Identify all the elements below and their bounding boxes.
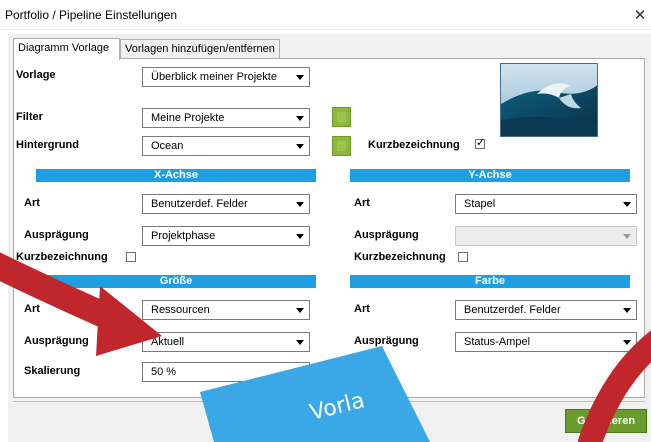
farbe-header: Farbe bbox=[350, 275, 630, 288]
filter-label: Filter bbox=[16, 111, 43, 123]
groesse-auspraegung-select[interactable]: Aktuell bbox=[142, 332, 310, 352]
tab-diagramm-vorlage[interactable]: Diagramm Vorlage bbox=[13, 38, 120, 60]
chevron-down-icon[interactable] bbox=[619, 334, 635, 350]
farbe-auspraegung-label: Ausprägung bbox=[354, 335, 419, 347]
hintergrund-edit-button[interactable] bbox=[332, 136, 351, 156]
chevron-down-icon bbox=[619, 228, 635, 244]
tab-vorlagen-verwalten[interactable]: Vorlagen hinzufügen/entfernen bbox=[120, 39, 280, 59]
x-auspraegung-label: Ausprägung bbox=[24, 229, 89, 241]
farbe-art-value: Benutzerdef. Felder bbox=[464, 304, 561, 316]
filter-value: Meine Projekte bbox=[151, 112, 225, 124]
kurzbezeichnung-checkbox[interactable]: ✓ bbox=[475, 137, 486, 149]
vorlage-select[interactable]: Überblick meiner Projekte bbox=[142, 67, 310, 87]
vorlage-label: Vorlage bbox=[16, 69, 56, 81]
hintergrund-select[interactable]: Ocean bbox=[142, 136, 310, 156]
y-achse-header: Y-Achse bbox=[350, 169, 630, 182]
farbe-auspraegung-select[interactable]: Status-Ampel bbox=[455, 332, 637, 352]
hintergrund-label: Hintergrund bbox=[16, 139, 79, 151]
chevron-down-icon[interactable] bbox=[619, 196, 635, 212]
x-art-value: Benutzerdef. Felder bbox=[151, 198, 248, 210]
skalierung-value: 50 % bbox=[151, 366, 177, 378]
tab-panel-diagramm-vorlage: Vorlage Überblick meiner Projekte Filter… bbox=[13, 58, 645, 398]
farbe-art-select[interactable]: Benutzerdef. Felder bbox=[455, 300, 637, 320]
groesse-art-select[interactable]: Ressourcen bbox=[142, 300, 310, 320]
y-auspraegung-label: Ausprägung bbox=[354, 229, 419, 241]
dialog-body: Diagramm Vorlage Vorlagen hinzufügen/ent… bbox=[8, 34, 651, 442]
background-preview-image bbox=[500, 63, 598, 137]
groesse-header: Größe bbox=[36, 275, 316, 288]
skalierung-label: Skalierung bbox=[24, 365, 81, 377]
skalierung-select[interactable]: 50 % bbox=[142, 362, 310, 382]
x-auspraegung-select[interactable]: Projektphase bbox=[142, 226, 310, 246]
hintergrund-value: Ocean bbox=[151, 140, 184, 152]
chevron-down-icon[interactable] bbox=[292, 138, 308, 154]
groesse-auspraegung-label: Ausprägung bbox=[24, 335, 89, 347]
window-title: Portfolio / Pipeline Einstellungen bbox=[5, 8, 178, 22]
y-art-value: Stapel bbox=[464, 198, 496, 210]
x-art-select[interactable]: Benutzerdef. Felder bbox=[142, 194, 310, 214]
kurzbezeichnung-label: Kurzbezeichnung bbox=[368, 139, 460, 151]
farbe-art-label: Art bbox=[354, 303, 370, 315]
groesse-art-value: Ressourcen bbox=[151, 304, 210, 316]
y-art-label: Art bbox=[354, 197, 370, 209]
chevron-down-icon[interactable] bbox=[619, 302, 635, 318]
filter-select[interactable]: Meine Projekte bbox=[142, 108, 310, 128]
chevron-down-icon[interactable] bbox=[292, 69, 308, 85]
chevron-down-icon[interactable] bbox=[292, 364, 308, 380]
x-kurzbezeichnung-label: Kurzbezeichnung bbox=[16, 251, 108, 263]
title-bar: Portfolio / Pipeline Einstellungen ✕ bbox=[0, 0, 651, 30]
y-auspraegung-select bbox=[455, 226, 637, 246]
y-art-select[interactable]: Stapel bbox=[455, 194, 637, 214]
chevron-down-icon[interactable] bbox=[292, 334, 308, 350]
x-kurzbezeichnung-checkbox[interactable] bbox=[126, 252, 136, 262]
filter-edit-button[interactable] bbox=[332, 107, 351, 127]
x-achse-header: X-Achse bbox=[36, 169, 316, 182]
chevron-down-icon[interactable] bbox=[292, 110, 308, 126]
x-auspraegung-value: Projektphase bbox=[151, 230, 216, 242]
chevron-down-icon[interactable] bbox=[292, 228, 308, 244]
y-kurzbezeichnung-checkbox[interactable] bbox=[458, 252, 468, 262]
x-art-label: Art bbox=[24, 197, 40, 209]
close-icon[interactable]: ✕ bbox=[633, 6, 647, 24]
generieren-button[interactable]: Generieren bbox=[565, 409, 647, 433]
groesse-auspraegung-value: Aktuell bbox=[151, 336, 185, 348]
farbe-auspraegung-value: Status-Ampel bbox=[464, 336, 531, 348]
vorlage-value: Überblick meiner Projekte bbox=[151, 71, 277, 83]
chevron-down-icon[interactable] bbox=[292, 196, 308, 212]
check-icon: ✓ bbox=[476, 137, 486, 149]
groesse-art-label: Art bbox=[24, 303, 40, 315]
y-kurzbezeichnung-label: Kurzbezeichnung bbox=[354, 251, 446, 263]
chevron-down-icon[interactable] bbox=[292, 302, 308, 318]
footer-divider bbox=[13, 401, 645, 402]
